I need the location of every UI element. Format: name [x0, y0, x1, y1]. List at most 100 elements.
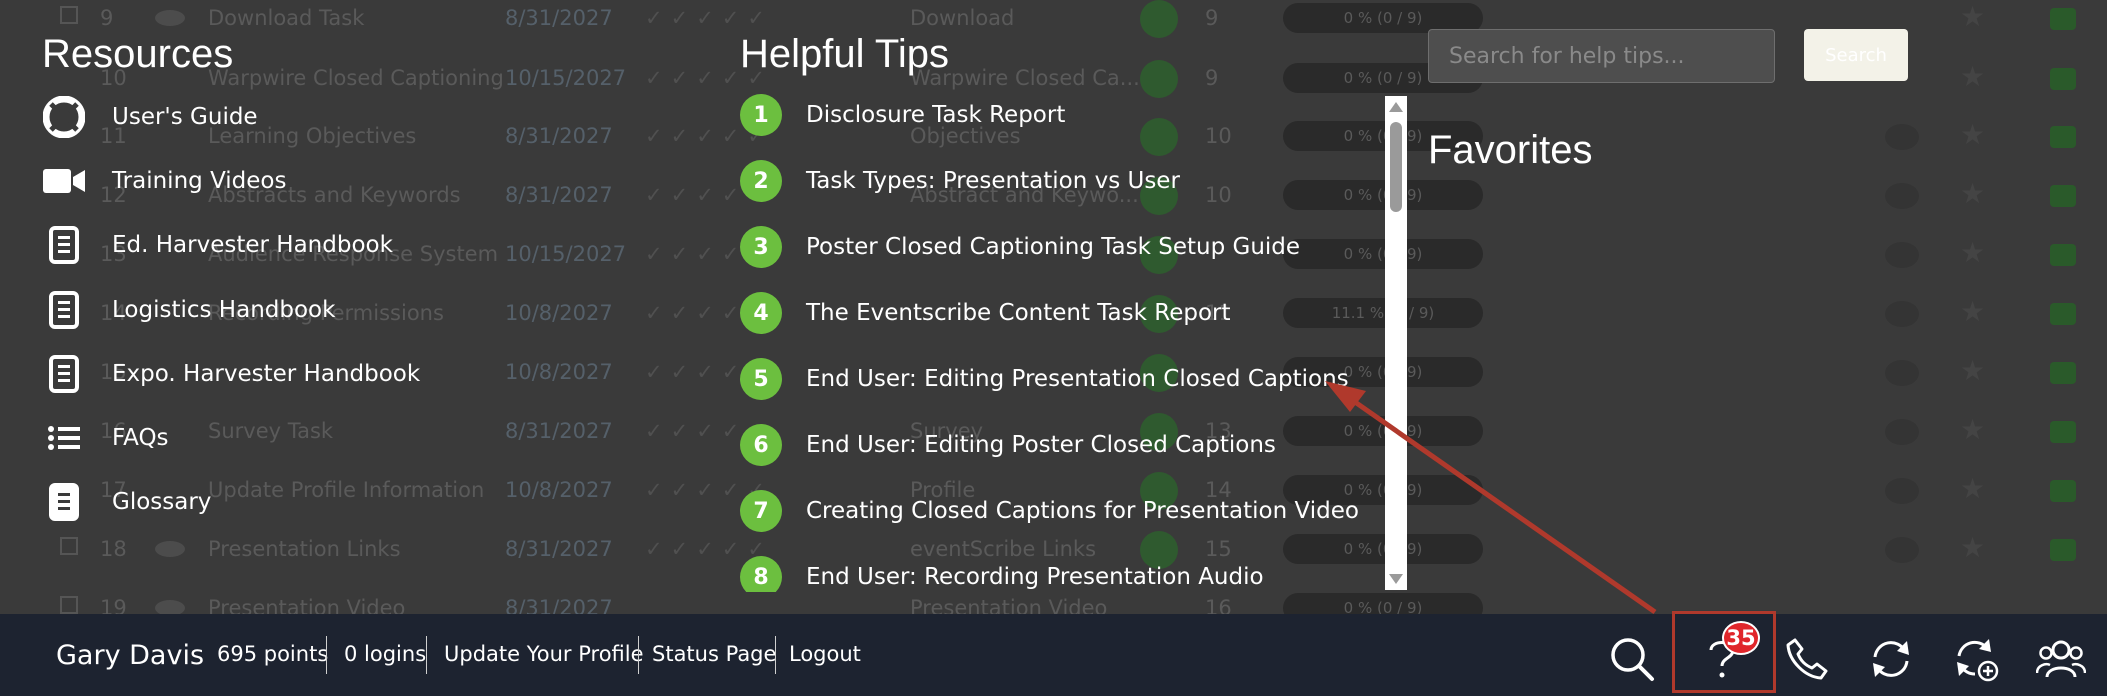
- resource-label: Ed. Harvester Handbook: [112, 232, 393, 258]
- table-row: 9 Download Task 8/31/2027 ✓✓✓✓✓ Download…: [0, 0, 2107, 64]
- resource-glossary[interactable]: Glossary: [42, 480, 211, 524]
- star-icon: ★: [1960, 295, 1986, 328]
- search-button[interactable]: Search: [1804, 29, 1908, 81]
- resource-training-videos[interactable]: Training Videos: [42, 159, 287, 203]
- row-date: 8/31/2027: [505, 6, 613, 30]
- eye-icon: [155, 600, 185, 614]
- resource-users-guide[interactable]: User's Guide: [42, 95, 258, 139]
- logout-link[interactable]: Logout: [789, 642, 861, 666]
- row-task: Download Task: [208, 6, 365, 30]
- tip-number-badge: 1: [740, 94, 782, 136]
- points-count: 695 points: [217, 642, 329, 666]
- scroll-thumb[interactable]: [1390, 122, 1402, 212]
- resource-label: Expo. Harvester Handbook: [112, 361, 421, 387]
- comment-icon: [1885, 301, 1919, 327]
- resource-label: User's Guide: [112, 104, 258, 130]
- star-icon: ★: [1960, 118, 1986, 151]
- tip-item[interactable]: 6 End User: Editing Poster Closed Captio…: [740, 422, 1276, 468]
- eye-icon: [155, 10, 185, 26]
- tip-title: End User: Editing Presentation Closed Ca…: [806, 366, 1349, 392]
- help-tips-search-input[interactable]: [1428, 29, 1775, 83]
- tip-item[interactable]: 7 Creating Closed Captions for Presentat…: [740, 488, 1359, 534]
- tip-number-badge: 8: [740, 556, 782, 592]
- helpful-tips-heading: Helpful Tips: [740, 32, 949, 76]
- star-icon: ★: [1960, 531, 1986, 564]
- lock-icon: [2050, 362, 2076, 384]
- comment-icon: [1885, 124, 1919, 150]
- tip-item[interactable]: 4 The Eventscribe Content Task Report: [740, 290, 1231, 336]
- table-row: 19 Presentation Video 8/31/2027 Presenta…: [0, 593, 2107, 614]
- user-name: Gary Davis: [56, 640, 205, 671]
- star-icon: ★: [1960, 236, 1986, 269]
- favorites-heading: Favorites: [1428, 128, 1593, 172]
- lock-icon: [2050, 539, 2076, 561]
- users-icon[interactable]: [2036, 634, 2086, 684]
- resource-label: FAQs: [112, 425, 169, 451]
- logins-count: 0 logins: [344, 642, 427, 666]
- tip-title: Disclosure Task Report: [806, 102, 1066, 128]
- resources-heading: Resources: [42, 32, 234, 76]
- lifebuoy-icon: [42, 95, 86, 139]
- row-order: 9: [1205, 6, 1219, 30]
- scroll-up-arrow-icon[interactable]: [1389, 102, 1403, 112]
- row-checkbox: [60, 6, 78, 24]
- divider: [638, 636, 639, 674]
- tip-item[interactable]: 5 End User: Editing Presentation Closed …: [740, 356, 1349, 402]
- status-check-icon: [1140, 0, 1178, 38]
- lock-icon: [2050, 421, 2076, 443]
- resource-expo-harvester-handbook[interactable]: Expo. Harvester Handbook: [42, 352, 420, 396]
- tip-item[interactable]: 3 Poster Closed Captioning Task Setup Gu…: [740, 224, 1300, 270]
- list-icon: [42, 416, 86, 460]
- star-icon: ★: [1960, 177, 1986, 210]
- video-camera-icon: [42, 159, 86, 203]
- divider: [775, 636, 776, 674]
- tip-number-badge: 5: [740, 358, 782, 400]
- resource-faqs[interactable]: FAQs: [42, 416, 169, 460]
- comment-icon: [1885, 478, 1919, 504]
- divider: [426, 636, 427, 674]
- tip-item[interactable]: 8 End User: Recording Presentation Audio: [740, 554, 1264, 592]
- tip-number-badge: 6: [740, 424, 782, 466]
- check-icons: ✓✓✓✓✓: [645, 6, 773, 30]
- lock-icon: [2050, 244, 2076, 266]
- tips-scrollbar[interactable]: [1385, 96, 1407, 590]
- lock-icon: [2050, 303, 2076, 325]
- document-icon: [42, 352, 86, 396]
- helpful-tips-list[interactable]: 1 Disclosure Task Report 2 Task Types: P…: [740, 92, 1380, 592]
- row-type: Presentation Video: [910, 596, 1108, 614]
- row-checkbox: [60, 596, 78, 614]
- tip-title: The Eventscribe Content Task Report: [806, 300, 1231, 326]
- status-page-link[interactable]: Status Page: [652, 642, 776, 666]
- comment-icon: [1885, 242, 1919, 268]
- divider: [326, 636, 327, 674]
- tip-title: Creating Closed Captions for Presentatio…: [806, 498, 1359, 524]
- row-number: 9: [100, 6, 114, 30]
- row-order: 16: [1205, 596, 1232, 614]
- resource-ed-harvester-handbook[interactable]: Ed. Harvester Handbook: [42, 223, 393, 267]
- search-icon[interactable]: [1607, 634, 1657, 684]
- update-profile-link[interactable]: Update Your Profile: [444, 642, 644, 666]
- document-icon: [42, 223, 86, 267]
- tip-title: End User: Editing Poster Closed Captions: [806, 432, 1276, 458]
- row-date: 8/31/2027: [505, 183, 613, 207]
- tip-item[interactable]: 1 Disclosure Task Report: [740, 92, 1065, 138]
- row-task: Update Profile Information: [208, 478, 485, 502]
- resource-logistics-handbook[interactable]: Logistics Handbook: [42, 288, 335, 332]
- row-date: 10/15/2027: [505, 242, 627, 266]
- footer-bar: Gary Davis 695 points 0 logins Update Yo…: [0, 614, 2107, 696]
- comment-icon: [1885, 183, 1919, 209]
- phone-icon[interactable]: [1782, 634, 1832, 684]
- sync-icon[interactable]: [1866, 634, 1916, 684]
- help-notification-badge: 35: [1722, 621, 1760, 655]
- comment-icon: [1885, 537, 1919, 563]
- tip-number-badge: 4: [740, 292, 782, 334]
- tip-item[interactable]: 2 Task Types: Presentation vs User: [740, 158, 1180, 204]
- row-date: 8/31/2027: [505, 419, 613, 443]
- resource-label: Glossary: [112, 489, 212, 515]
- sync-add-icon[interactable]: [1951, 634, 2001, 684]
- row-date: 8/31/2027: [505, 537, 613, 561]
- row-date: 10/15/2027: [505, 66, 627, 90]
- star-icon: ★: [1960, 60, 1986, 93]
- scroll-down-arrow-icon[interactable]: [1389, 574, 1403, 584]
- document-icon: [42, 480, 86, 524]
